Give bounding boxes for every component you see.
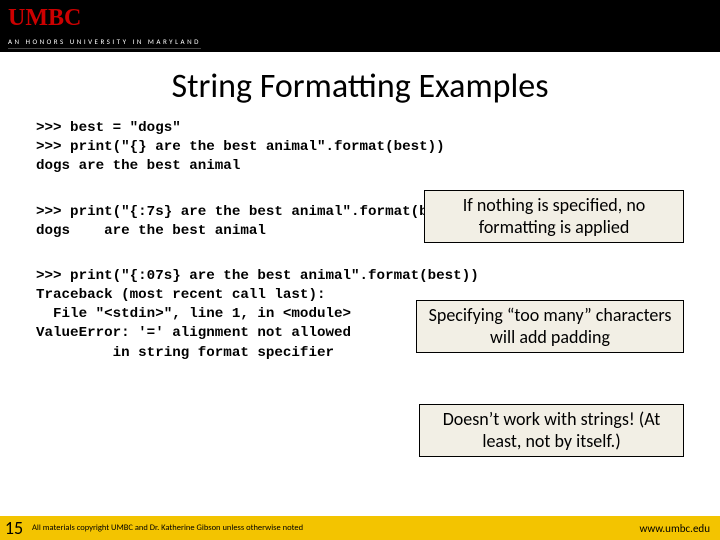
callout-no-formatting: If nothing is specified, no formatting i… <box>424 190 684 243</box>
callout-string-error: Doesn’t work with strings! (At least, no… <box>419 404 684 457</box>
header-bar: UMBC AN HONORS UNIVERSITY IN MARYLAND <box>0 0 720 52</box>
callout-padding: Specifying “too many” characters will ad… <box>416 300 684 353</box>
footer-bar: 15 All materials copyright UMBC and Dr. … <box>0 516 720 540</box>
umbc-logo: UMBC <box>8 6 712 30</box>
page-title: String Formatting Examples <box>0 66 720 107</box>
slide-number: 15 <box>0 516 28 540</box>
copyright-text: All materials copyright UMBC and Dr. Kat… <box>28 523 639 533</box>
tagline: AN HONORS UNIVERSITY IN MARYLAND <box>8 37 201 49</box>
footer-url: www.umbc.edu <box>639 522 720 535</box>
code-block-1: >>> best = "dogs" >>> print("{} are the … <box>36 119 684 177</box>
